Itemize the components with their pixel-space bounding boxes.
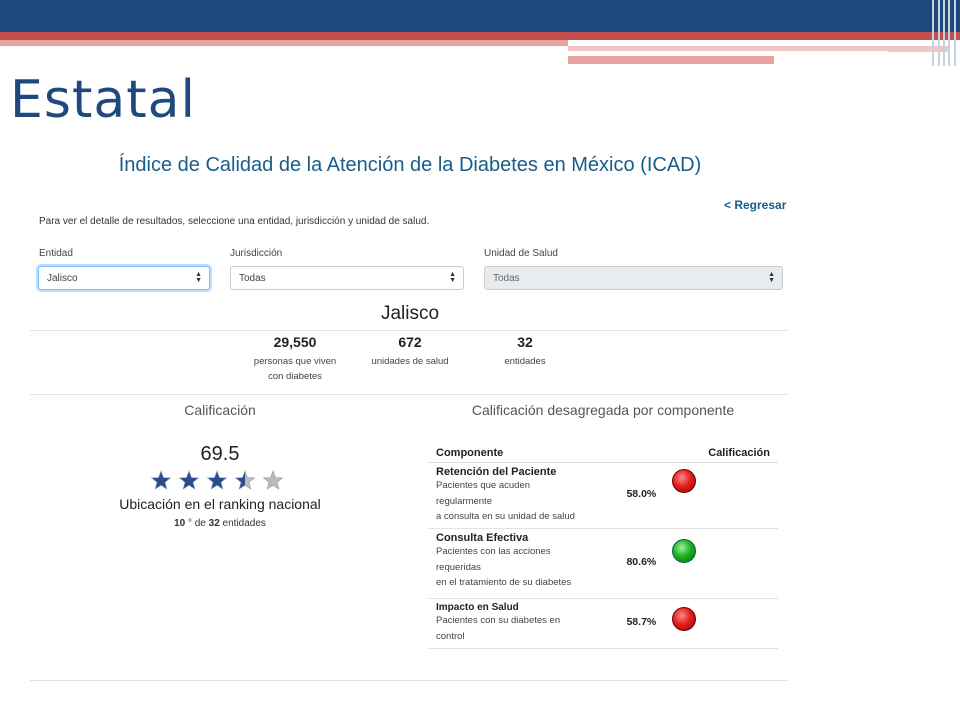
ranking-mid: ° de	[185, 518, 209, 529]
entidad-select-value: Jalisco	[47, 272, 78, 284]
rating-stars	[150, 470, 284, 490]
status-red-icon	[672, 607, 697, 631]
component-desc: Pacientes que acuden	[436, 480, 531, 491]
stat-value: 672	[398, 334, 422, 350]
select-arrows-icon: ▲ ▼	[768, 271, 775, 284]
back-link[interactable]: < Regresar	[724, 198, 786, 212]
stat-label: entidades	[504, 356, 546, 367]
entity-name: Jalisco	[380, 303, 440, 324]
jurisdiccion-select-value: Todas	[239, 272, 266, 284]
select-arrows-icon: ▲ ▼	[195, 271, 202, 284]
component-desc: requeridas	[436, 561, 481, 573]
star-icon	[262, 470, 284, 490]
component-pct: 58.7%	[598, 598, 665, 649]
ranking-position: 10	[174, 518, 186, 529]
slide-header-band-blue	[0, 0, 960, 32]
component-pct: 80.6%	[598, 528, 665, 599]
slide-header-line	[568, 51, 888, 53]
unidad-select-value: Todas	[493, 272, 520, 284]
component-desc: a consulta en su unidad de salud	[436, 511, 575, 522]
status-red-icon	[672, 469, 697, 493]
stat-value: 32	[517, 334, 533, 350]
ranking-title: Ubicación en el ranking nacional	[119, 496, 321, 512]
slide-header-vertical-lines	[930, 0, 960, 66]
ranking-total: 32	[208, 518, 220, 529]
stat-value: 29,550	[273, 334, 317, 350]
divider	[30, 330, 788, 331]
status-green-icon	[672, 539, 697, 563]
table-row: Impacto en Salud Pacientes con su diabet…	[428, 598, 778, 649]
stat-entidades: 32 entidades	[470, 334, 580, 369]
entidad-label: Entidad	[39, 248, 73, 259]
table-row: Consulta Efectiva Pacientes con las acci…	[428, 528, 778, 599]
instructions-text: Para ver el detalle de resultados, selec…	[39, 216, 430, 227]
component-title: Retención del Paciente	[436, 466, 557, 478]
table-row: Retención del Paciente Pacientes que acu…	[428, 462, 778, 529]
stat-personas: 29,550 personas que viven con diabetes	[240, 334, 350, 384]
slide-header-band-pink	[0, 40, 568, 46]
component-desc: en el tratamiento de su diabetes	[436, 577, 572, 588]
ranking-suffix: entidades	[219, 518, 266, 529]
slide-header-band-red	[0, 32, 960, 40]
slide-header-band-pink-short	[568, 56, 774, 64]
component-desc: Pacientes con las acciones	[436, 546, 551, 557]
ranking-subtitle: 10 ° de 32 entidades	[70, 518, 370, 529]
star-icon	[178, 470, 200, 490]
component-desc: control	[436, 630, 465, 642]
star-icon	[234, 470, 256, 490]
divider	[30, 680, 788, 681]
entidad-select[interactable]: Jalisco ▲ ▼	[38, 266, 210, 290]
select-arrows-icon: ▲ ▼	[449, 271, 456, 284]
component-desc: regularmente	[436, 495, 492, 507]
desagregada-heading: Calificación desagregada por componente	[471, 402, 735, 418]
components-table: Componente Calificación Retención del Pa…	[428, 444, 778, 649]
divider	[30, 394, 788, 395]
slide-title: Estatal	[10, 70, 196, 130]
jurisdiccion-select[interactable]: Todas ▲ ▼	[230, 266, 464, 290]
component-title: Consulta Efectiva	[436, 532, 529, 544]
stat-label: personas que viven	[253, 356, 337, 367]
unidad-label: Unidad de Salud	[484, 248, 558, 259]
component-title: Impacto en Salud	[436, 602, 519, 613]
calificacion-heading: Calificación	[184, 402, 256, 418]
col-calificacion: Calificación	[598, 444, 778, 463]
jurisdiccion-label: Jurisdicción	[230, 248, 283, 259]
stat-label: unidades de salud	[371, 356, 449, 367]
stat-label-2: con diabetes	[268, 371, 322, 382]
score-value: 69.5	[200, 443, 240, 465]
unidad-select[interactable]: Todas ▲ ▼	[484, 266, 783, 290]
component-pct: 58.0%	[598, 462, 665, 529]
star-icon	[206, 470, 228, 490]
app-title: Índice de Calidad de la Atención de la D…	[118, 154, 702, 176]
component-desc: Pacientes con su diabetes en	[436, 615, 561, 626]
star-icon	[150, 470, 172, 490]
col-componente: Componente	[428, 444, 599, 463]
stat-unidades: 672 unidades de salud	[355, 334, 465, 369]
